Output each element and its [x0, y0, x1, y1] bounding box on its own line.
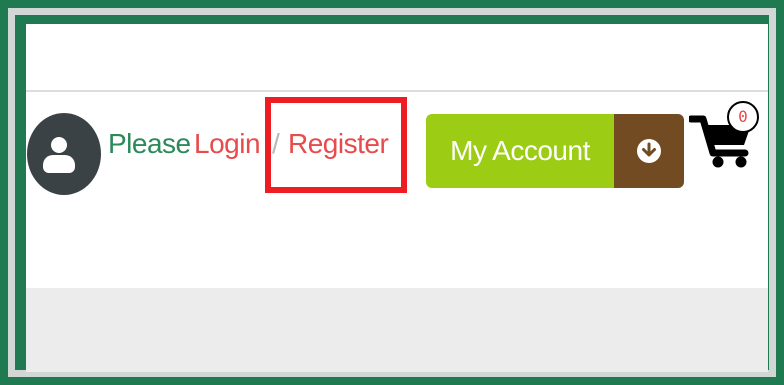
login-link[interactable]: Login	[194, 128, 261, 160]
login-prompt: Please	[108, 128, 191, 159]
avatar-body-shape	[43, 155, 75, 173]
avatar-head-shape	[51, 137, 67, 153]
my-account-label: My Account	[426, 114, 614, 188]
my-account-dropdown-toggle[interactable]	[614, 114, 684, 188]
header-divider	[26, 90, 768, 92]
register-link[interactable]: Register	[288, 128, 389, 160]
arrow-down-circle-icon	[637, 139, 661, 163]
my-account-button[interactable]: My Account	[426, 114, 684, 188]
page-content-band	[26, 288, 768, 372]
header-area: Please Login / Register My Account 0	[26, 24, 768, 372]
user-avatar	[27, 113, 101, 195]
cart-count-badge: 0	[727, 101, 759, 133]
auth-separator: /	[272, 128, 280, 159]
